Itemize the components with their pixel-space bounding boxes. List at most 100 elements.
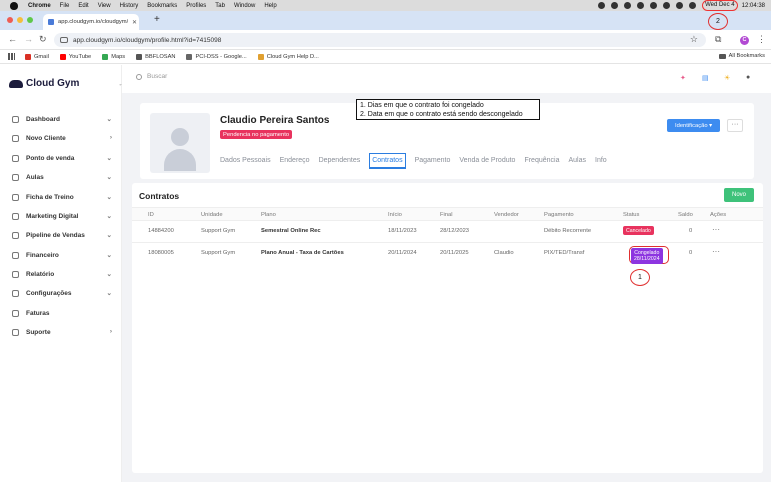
column-header[interactable]: ID <box>148 212 154 218</box>
search-icon[interactable] <box>676 2 684 9</box>
apps-grid-icon[interactable] <box>8 53 15 60</box>
forward-icon[interactable]: → <box>24 34 33 44</box>
chevron-icon: ⌄ <box>106 174 112 181</box>
bookmark-cloudgym-help[interactable]: Cloud Gym Help D... <box>257 53 319 60</box>
cloudgym-logo[interactable]: Cloud Gym <box>9 78 79 89</box>
bookmark-maps[interactable]: Maps <box>102 53 125 60</box>
bookmark-pci-dss[interactable]: PCI-DSS - Google... <box>186 53 247 60</box>
column-header[interactable]: Status <box>623 212 639 218</box>
sidebar-item-relatorio[interactable]: Relatório ⌄ <box>12 268 114 280</box>
menubar-time[interactable]: 12:04:38 <box>742 3 765 9</box>
sidebar-item-configuracoes[interactable]: Configurações ⌄ <box>12 287 114 299</box>
contract-seller: Claudio <box>494 250 514 256</box>
identificacao-button[interactable]: Identificação ▾ <box>667 119 721 132</box>
table-row[interactable]: 14884200 Support Gym Semestral Online Re… <box>132 221 763 243</box>
tray-icon[interactable] <box>624 2 632 9</box>
tab-aulas[interactable]: Aulas <box>568 156 586 172</box>
reload-icon[interactable]: ↻ <box>39 34 47 45</box>
menu-view[interactable]: View <box>98 3 111 9</box>
sidebar-item-novo-cliente[interactable]: Novo Cliente › <box>12 132 114 144</box>
bookmark-youtube[interactable]: YouTube <box>59 53 91 60</box>
row-actions-button[interactable]: ··· <box>712 225 720 234</box>
tab-frequencia[interactable]: Frequência <box>524 156 559 172</box>
menu-window[interactable]: Window <box>234 3 255 9</box>
new-contract-button[interactable]: Novo <box>724 188 754 202</box>
tab-dependentes[interactable]: Dependentes <box>319 156 361 172</box>
sidebar-item-ponto-de-venda[interactable]: Ponto de venda ⌄ <box>12 152 114 164</box>
extensions-icon[interactable]: ⧉ <box>715 34 721 45</box>
row-actions-button[interactable]: ··· <box>712 247 720 256</box>
bookmark-gmail[interactable]: Gmail <box>25 53 49 60</box>
tray-icon[interactable] <box>598 2 606 9</box>
menu-file[interactable]: File <box>60 3 70 9</box>
close-window-icon[interactable] <box>7 17 13 23</box>
annotation-note-line2: 2. Data em que o contrato está sendo des… <box>360 111 523 118</box>
menu-profiles[interactable]: Profiles <box>186 3 206 9</box>
calendar-icon[interactable]: ▤ <box>702 74 709 82</box>
apple-icon[interactable] <box>10 1 18 10</box>
sun-icon[interactable]: ☀ <box>724 74 730 82</box>
rocket-icon[interactable]: ✦ <box>680 74 686 82</box>
site-info-icon[interactable] <box>60 37 68 43</box>
contract-payment: PIX/TED/Transf <box>544 250 585 256</box>
tray-icon[interactable] <box>650 2 658 9</box>
tray-icon[interactable] <box>637 2 645 9</box>
bookmark-bbflosan[interactable]: BBFLOSAN <box>136 53 175 60</box>
menu-app[interactable]: Chrome <box>28 3 51 9</box>
bookmark-label: Gmail <box>34 53 49 60</box>
sidebar-item-aulas[interactable]: Aulas ⌄ <box>12 171 114 183</box>
menubar-date[interactable]: Wed Dec 4 <box>702 0 738 11</box>
sidebar-item-suporte[interactable]: Suporte › <box>12 326 114 338</box>
menu-bookmarks[interactable]: Bookmarks <box>147 3 177 9</box>
new-tab-button[interactable]: + <box>154 14 160 25</box>
menu-edit[interactable]: Edit <box>78 3 88 9</box>
bookmark-star-icon[interactable]: ☆ <box>690 34 698 45</box>
contract-end: 28/12/2023 <box>440 228 470 234</box>
wifi-icon[interactable] <box>663 2 671 9</box>
sidebar-item-financeiro[interactable]: Financeiro ⌄ <box>12 249 114 261</box>
tab-pagamento[interactable]: Pagamento <box>415 156 451 172</box>
browser-tab[interactable]: app.cloudgym.io/cloudgym/p ✕ <box>43 14 139 30</box>
column-header[interactable]: Plano <box>261 212 276 218</box>
close-tab-icon[interactable]: ✕ <box>132 19 137 26</box>
menu-history[interactable]: History <box>120 3 139 9</box>
column-header[interactable]: Vendedor <box>494 212 519 218</box>
all-bookmarks[interactable]: All Bookmarks <box>718 53 765 59</box>
column-header[interactable]: Saldo <box>678 212 693 218</box>
search-input[interactable]: Buscar <box>136 73 167 80</box>
sidebar-item-marketing-digital[interactable]: Marketing Digital ⌄ <box>12 210 114 222</box>
more-options-button[interactable]: ··· <box>727 119 743 132</box>
contract-id: 18080005 <box>148 250 174 256</box>
fullscreen-window-icon[interactable] <box>27 17 33 23</box>
tab-info[interactable]: Info <box>595 156 607 172</box>
column-header[interactable]: Final <box>440 212 453 218</box>
menu-help[interactable]: Help <box>264 3 276 9</box>
sidebar-item-faturas[interactable]: Faturas <box>12 307 114 319</box>
user-icon[interactable]: ● <box>746 74 750 81</box>
back-icon[interactable]: ← <box>8 34 17 44</box>
avatar <box>150 113 210 173</box>
column-header[interactable]: Início <box>388 212 402 218</box>
minimize-window-icon[interactable] <box>17 17 23 23</box>
sidebar-item-ficha-de-treino[interactable]: Ficha de Treino ⌄ <box>12 191 114 203</box>
tab-dados-pessoais[interactable]: Dados Pessoais <box>220 156 271 172</box>
sidebar-item-pipeline-de-vendas[interactable]: Pipeline de Vendas ⌄ <box>12 229 114 241</box>
tab-venda-de-produto[interactable]: Venda de Produto <box>459 156 515 172</box>
tray-icon[interactable] <box>611 2 619 9</box>
browser-menu-icon[interactable]: ⋮ <box>757 34 766 45</box>
column-header[interactable]: Unidade <box>201 212 223 218</box>
tab-contratos[interactable]: Contratos <box>369 153 406 169</box>
annotation-marker-2-label: 2 <box>716 18 720 25</box>
control-center-icon[interactable] <box>689 2 697 9</box>
tab-endereco[interactable]: Endereço <box>280 156 310 172</box>
address-bar[interactable]: app.cloudgym.io/cloudgym/profile.html?id… <box>54 33 706 47</box>
folder-icon <box>718 53 726 59</box>
table-row[interactable]: 18080005 Support Gym Plano Anual - Taxa … <box>132 243 763 267</box>
column-header[interactable]: Ações <box>710 212 726 218</box>
status-badge: Congelado 28/11/2024 <box>631 248 663 264</box>
profile-avatar[interactable]: C <box>740 36 749 45</box>
column-header[interactable]: Pagamento <box>544 212 574 218</box>
wallet-icon <box>12 251 19 259</box>
sidebar-item-dashboard[interactable]: Dashboard ⌄ <box>12 113 114 125</box>
menu-tab[interactable]: Tab <box>215 3 225 9</box>
